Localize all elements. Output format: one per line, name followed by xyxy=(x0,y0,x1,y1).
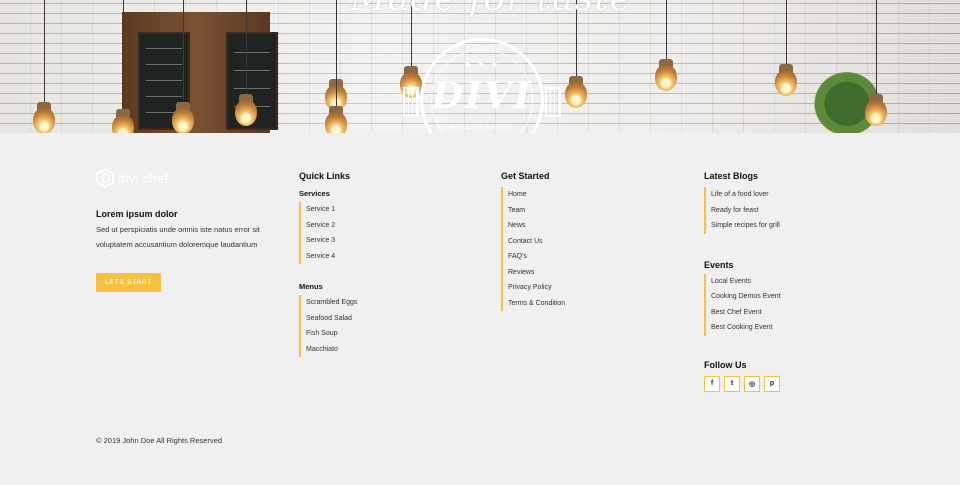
list-item[interactable]: Reviews xyxy=(508,265,671,281)
latest-blogs-list: Life of a food lover Ready for feast Sim… xyxy=(704,187,874,234)
social-icons: f t ◎ p xyxy=(704,375,874,392)
nav-link-home[interactable]: Home xyxy=(508,191,527,198)
services-list: Service 1 Service 2 Service 3 Service 4 xyxy=(299,202,469,264)
pendant-wire xyxy=(786,0,787,66)
services-link[interactable]: Service 4 xyxy=(306,253,335,260)
nav-link-reviews[interactable]: Reviews xyxy=(508,269,534,276)
list-item[interactable]: Home xyxy=(508,187,671,203)
logo-text: divi chef xyxy=(118,170,169,186)
menu-link[interactable]: Macchiato xyxy=(306,346,338,353)
list-item[interactable]: Simple recipes for grill xyxy=(711,218,874,234)
list-item[interactable]: Service 1 xyxy=(306,202,469,218)
blog-link[interactable]: Ready for feast xyxy=(711,207,758,214)
list-item[interactable]: Privacy Policy xyxy=(508,280,671,296)
event-link[interactable]: Local Events xyxy=(711,278,751,285)
about-title: Lorem ipsum dolor xyxy=(96,209,178,219)
pendant-wire xyxy=(246,0,247,96)
light-bulb xyxy=(112,115,134,133)
list-item[interactable]: Service 2 xyxy=(306,218,469,234)
list-item[interactable]: Terms & Condition xyxy=(508,296,671,312)
quick-links-heading: Quick Links xyxy=(299,171,351,181)
pendant-wire xyxy=(876,0,877,96)
light-bulb xyxy=(865,100,887,126)
nav-link-news[interactable]: News xyxy=(508,222,526,229)
nav-link-terms[interactable]: Terms & Condition xyxy=(508,300,565,307)
copyright-text: © 2019 John Doe All Rights Reserved xyxy=(96,436,223,445)
divi-logo-icon xyxy=(96,168,114,188)
list-item[interactable]: Macchiato xyxy=(306,342,469,358)
facebook-icon[interactable]: f xyxy=(704,375,720,392)
blog-link[interactable]: Life of a food lover xyxy=(711,191,769,198)
services-link[interactable]: Service 3 xyxy=(306,237,335,244)
pendant-wire xyxy=(666,0,667,61)
menus-heading: Menus xyxy=(299,282,323,291)
services-link[interactable]: Service 1 xyxy=(306,206,335,213)
nav-link-privacy[interactable]: Privacy Policy xyxy=(508,284,552,291)
event-link[interactable]: Best Chef Event xyxy=(711,309,762,316)
list-item[interactable]: Cooking Demos Event xyxy=(711,289,874,305)
light-bulb xyxy=(172,108,194,133)
list-item[interactable]: Ready for feast xyxy=(711,203,874,219)
list-item[interactable]: Service 3 xyxy=(306,233,469,249)
list-item[interactable]: Team xyxy=(508,203,671,219)
blog-link[interactable]: Simple recipes for grill xyxy=(711,222,780,229)
get-started-heading: Get Started xyxy=(501,171,550,181)
nav-link-team[interactable]: Team xyxy=(508,207,525,214)
nav-link-faq[interactable]: FAQ's xyxy=(508,253,527,260)
light-bulb xyxy=(325,112,347,133)
list-item[interactable]: FAQ's xyxy=(508,249,671,265)
light-bulb xyxy=(235,100,257,126)
menu-link[interactable]: Seafood Salad xyxy=(306,315,352,322)
light-bulb xyxy=(655,65,677,91)
light-bulb xyxy=(775,70,797,96)
pendant-wire xyxy=(123,0,124,111)
list-item[interactable]: Scrambled Eggs xyxy=(306,295,469,311)
list-item[interactable]: Best Cooking Event xyxy=(711,320,874,336)
light-bulb xyxy=(33,108,55,133)
twitter-icon[interactable]: t xyxy=(724,375,740,392)
events-heading: Events xyxy=(704,259,734,270)
brand-logo[interactable]: divi chef xyxy=(96,165,266,191)
list-item[interactable]: Service 4 xyxy=(306,249,469,265)
badge-subtitle: Restaurant Template xyxy=(450,124,514,131)
about-text: Sed ut perspiciatis unde omnis iste natu… xyxy=(96,225,260,249)
follow-us-heading: Follow Us xyxy=(704,359,747,370)
menu-link[interactable]: Fish Soup xyxy=(306,330,338,337)
pinterest-icon[interactable]: p xyxy=(764,375,780,392)
footer-get-started-column: Get Started Home Team News Contact Us FA… xyxy=(501,170,671,311)
list-item[interactable]: Local Events xyxy=(711,274,874,290)
list-item[interactable]: News xyxy=(508,218,671,234)
badge-top-text: EST 1990 xyxy=(466,45,498,51)
menu-link[interactable]: Scrambled Eggs xyxy=(306,299,357,306)
footer-blog-events-column: Latest Blogs Life of a food lover Ready … xyxy=(704,170,874,392)
pendant-wire xyxy=(44,0,45,104)
list-item[interactable]: Seafood Salad xyxy=(306,311,469,327)
footer-about-column: divi chef Lorem ipsum dolor Sed ut persp… xyxy=(96,168,266,292)
events-list: Local Events Cooking Demos Event Best Ch… xyxy=(704,273,874,336)
services-link[interactable]: Service 2 xyxy=(306,222,335,229)
nav-link-contact[interactable]: Contact Us xyxy=(508,238,543,245)
list-item[interactable]: Contact Us xyxy=(508,234,671,250)
light-bulb xyxy=(565,82,587,108)
pendant-wire xyxy=(336,0,337,108)
lets-start-button[interactable]: LETS START xyxy=(96,273,161,292)
instagram-icon[interactable]: ◎ xyxy=(744,375,760,392)
services-heading: Services xyxy=(299,189,330,198)
badge-title: DIVI xyxy=(431,75,533,117)
hero-script-text: Made for taste xyxy=(350,0,632,19)
event-link[interactable]: Best Cooking Event xyxy=(711,324,772,331)
list-item[interactable]: Best Chef Event xyxy=(711,305,874,321)
list-item[interactable]: Life of a food lover xyxy=(711,187,874,203)
pendant-wire xyxy=(183,0,184,104)
hero-banner: Made for taste EST 1990 ★ ★ ★ DIVI Resta… xyxy=(0,0,960,133)
latest-blogs-heading: Latest Blogs xyxy=(704,171,759,181)
badge-stars-icon: ★ ★ ★ xyxy=(464,60,500,69)
list-item[interactable]: Fish Soup xyxy=(306,326,469,342)
menus-list: Scrambled Eggs Seafood Salad Fish Soup M… xyxy=(299,295,469,357)
get-started-list: Home Team News Contact Us FAQ's Reviews … xyxy=(501,187,671,311)
event-link[interactable]: Cooking Demos Event xyxy=(711,293,781,300)
footer-quick-links-column: Quick Links Services Service 1 Service 2… xyxy=(299,170,469,357)
